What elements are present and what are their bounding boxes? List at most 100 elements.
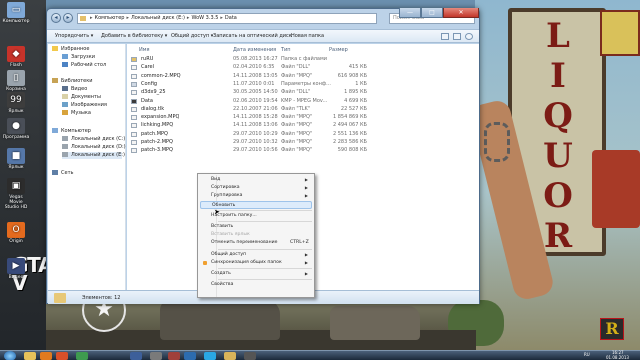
menu-item[interactable]: Создать ▶ [200,270,312,278]
nav-item-drive-c[interactable]: Локальный диск (C:) [62,136,125,143]
breadcrumb-item[interactable]: Локальный диск (E:) [131,15,185,21]
preview-pane-icon[interactable] [453,33,461,40]
table-row[interactable]: dialog.tlk 22.10.2007 21:06 Файл "TLK" 22 5… [127,106,479,113]
taskbar-folder-icon[interactable] [224,352,236,360]
address-bar[interactable]: ▸ Компьютер ▸ Локальный диск (E:) ▸ WoW 3.3.5… [77,13,377,24]
taskbar-photoshop-icon[interactable] [184,352,196,360]
organize-button[interactable]: Упорядочить ▾ [55,30,93,43]
taskbar-explorer-icon[interactable] [24,352,36,360]
rockstar-letter: R [605,319,619,338]
nav-libraries[interactable]: Библиотеки [52,78,93,85]
menu-item[interactable]: Вид ▶ [200,176,312,184]
desktop-icon-7[interactable]: O Origin [2,222,30,244]
cell-type: Файл "MPQ" [281,122,313,129]
desktop-icon-8[interactable]: ▶ Видео [2,258,30,280]
nav-label: Локальный диск (C:) [71,136,126,142]
share-button[interactable]: Общий доступ ▾ [171,30,213,43]
desktop-icon-0[interactable]: ▭ Компьютер [2,2,30,24]
close-button[interactable]: ✕ [443,8,479,18]
nav-label: Локальный диск (E:) [71,152,125,158]
table-row[interactable]: patch-3.MPQ 29.07.2010 10:56 Файл "MPQ" 590… [127,147,479,154]
breadcrumb-item[interactable]: WoW 3.3.5 [191,15,218,21]
minimize-button[interactable]: — [399,8,421,18]
submenu-arrow-icon: ▶ [304,259,308,265]
nav-item-video[interactable]: Видео [62,86,87,93]
table-row[interactable]: lichking.MPQ 14.11.2008 13:06 Файл "MPQ" 2 … [127,122,479,129]
desktop-icon-3[interactable]: 99 Ярлык [2,92,30,114]
menu-item[interactable]: Синхронизация общих папок ▶ [200,259,312,267]
column-date[interactable]: Дата изменения [233,47,276,53]
table-row[interactable]: patch-2.MPQ 29.07.2010 10:32 Файл "MPQ" 2 2… [127,139,479,146]
menu-item[interactable]: Сортировка ▶ [200,184,312,192]
column-type[interactable]: Тип [281,47,291,53]
folder-icon [131,57,137,62]
nav-item-documents[interactable]: Документы [62,94,101,101]
nav-network[interactable]: Сеть [52,170,73,177]
cell-name: common-2.MPQ [141,72,181,79]
cell-size: 616 908 КБ [337,72,367,79]
maximize-button[interactable]: □ [421,8,443,18]
column-name[interactable]: Имя [139,47,150,53]
nav-item-music[interactable]: Музыка [62,110,91,117]
rockstar-logo: R [600,318,624,340]
desktop-icon-4[interactable]: ● Программа [2,118,30,140]
forward-icon[interactable]: ▸ [63,13,73,23]
desktop-icon-label: Видео [8,275,24,280]
app-icon: ▯ [7,70,25,86]
drive-icon [62,152,68,157]
table-row[interactable]: common-2.MPQ 14.11.2008 13:05 Файл "MPQ" 61… [127,73,479,80]
desktop-icon-label: Ярлык [8,109,24,114]
nav-item-images[interactable]: Изображения [62,102,107,109]
nav-item-drive-d[interactable]: Локальный диск (D:) [62,144,126,151]
column-size[interactable]: Размер [329,47,348,53]
breadcrumb-item[interactable]: Компьютер [95,15,125,21]
view-icon[interactable] [441,33,449,40]
table-row[interactable]: expansion.MPQ 14.11.2008 15:28 Файл "MPQ" 1… [127,114,479,121]
nav-computer[interactable]: Компьютер [52,128,91,135]
menu-item[interactable]: Отменить переименование CTRL+Z [200,239,312,247]
clock-date[interactable]: 01.08.2013 [606,356,629,360]
table-row[interactable]: patch.MPQ 29.07.2010 10:29 Файл "MPQ" 2 551… [127,131,479,138]
burn-button[interactable]: Записать на оптический диск [213,30,292,43]
menu-item[interactable]: Вставить [200,223,312,231]
nav-item-downloads[interactable]: Загрузки [62,54,95,61]
back-icon[interactable]: ◂ [51,13,61,23]
start-button[interactable] [4,351,16,360]
taskbar-app-icon[interactable] [150,352,162,360]
table-row[interactable]: Data 02.06.2010 19:54 KMP - MPEG Mov... 4 6… [127,98,479,105]
language-indicator[interactable]: RU [584,353,590,357]
taskbar-program-icon[interactable] [244,352,256,360]
breadcrumb-item[interactable]: Data [225,15,237,21]
nav-item-drive-e[interactable]: Локальный диск (E:) [62,152,125,159]
nav-favorites[interactable]: Избранное [52,46,89,53]
new-folder-button[interactable]: Новая папка [291,30,324,43]
desktop-icon-1[interactable]: ◆ Flash [2,46,30,68]
menu-item[interactable]: Общий доступ ▶ [200,251,312,259]
taskbar-skype-icon[interactable] [204,352,216,360]
table-row[interactable]: Config 11.07.2010 0:01 Параметры конф... 1 … [127,81,479,88]
menu-item[interactable]: Свойства [200,281,312,289]
help-icon[interactable] [465,33,473,40]
taskbar-browser-icon[interactable] [56,352,68,360]
desktop-icon-2[interactable]: ▯ Корзина [2,70,30,92]
app-icon: ■ [7,148,25,164]
menu-item[interactable]: Группировка ▶ [200,192,312,200]
desktop-icon-5[interactable]: ■ Ярлык [2,148,30,170]
table-row[interactable]: d3dx9_25 30.05.2005 14:50 Файл "DLL" 1 895 … [127,89,479,96]
menu-separator [218,221,312,222]
app-icon: ▭ [7,2,25,18]
file-icon [131,115,137,121]
app-icon: 99 [7,92,25,108]
taskbar-vegas-icon[interactable] [168,352,180,360]
nav-item-desktop[interactable]: Рабочий стол [62,62,106,69]
add-to-library-button[interactable]: Добавить в библиотеку ▾ [101,30,167,43]
table-row[interactable]: ruRU 05.08.2013 16:27 Папка с файлами [127,56,479,63]
taskbar-chrome-icon[interactable] [76,352,88,360]
table-row[interactable]: Carel 02.04.2010 6:35 Файл "DLL" 415 КБ [127,64,479,71]
nav-label: Рабочий стол [71,62,107,68]
taskbar: RU 16:27 01.08.2013 [0,350,640,360]
desktop-icon-6[interactable]: ▣ Vegas Movie Studio HD [2,178,30,210]
taskbar-media-icon[interactable] [40,352,52,360]
taskbar-wow-icon[interactable] [130,352,142,360]
app-icon: ◆ [7,46,25,62]
